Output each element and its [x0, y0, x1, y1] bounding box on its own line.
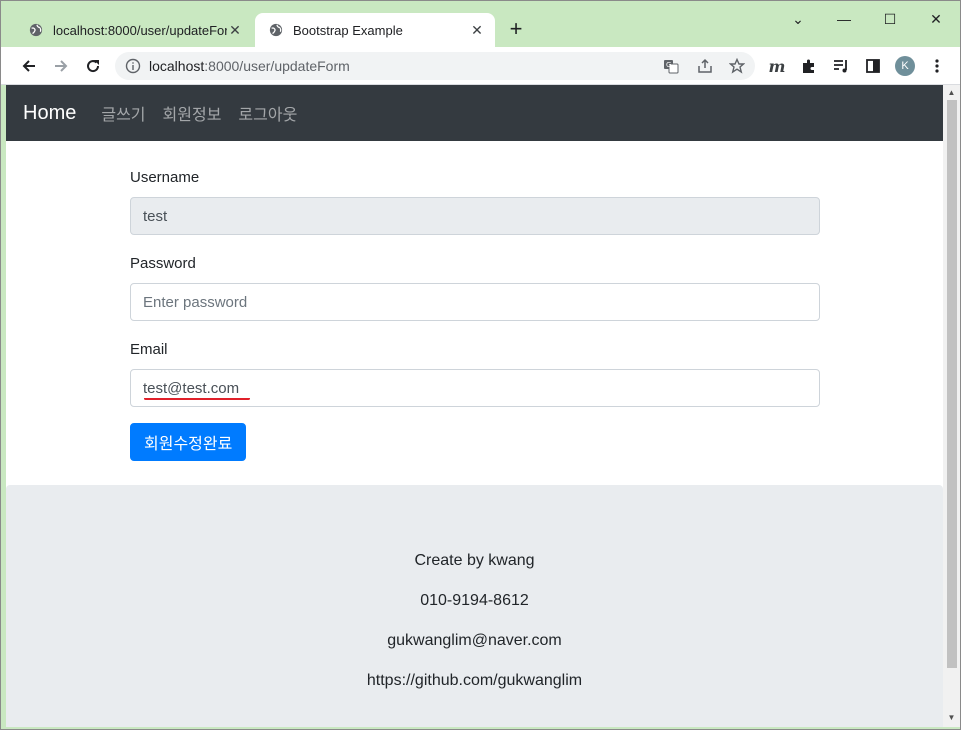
page-viewport: Home 글쓰기 회원정보 로그아웃 Username Password Ema…	[6, 85, 943, 727]
forward-button[interactable]	[49, 54, 73, 78]
email-field	[130, 369, 820, 407]
vertical-scrollbar[interactable]: ▲ ▼	[943, 85, 960, 727]
tab-update-form[interactable]: localhost:8000/user/updateForm ✕	[15, 13, 253, 47]
puzzle-icon	[803, 59, 814, 73]
svg-text:G: G	[666, 61, 671, 69]
more-vert-icon	[935, 59, 939, 73]
tab-strip: localhost:8000/user/updateForm ✕ Bootstr…	[1, 1, 960, 47]
globe-icon	[29, 23, 43, 37]
new-tab-button[interactable]: +	[505, 18, 527, 40]
password-label: Password	[130, 255, 196, 272]
globe-icon	[269, 23, 283, 37]
reload-button[interactable]	[81, 54, 105, 78]
reload-icon	[87, 60, 100, 73]
nav-link-user-info[interactable]: 회원정보	[163, 101, 222, 125]
bookmark-star-icon[interactable]	[729, 58, 745, 74]
close-window-button[interactable]: ✕	[921, 7, 951, 31]
nav-brand-home[interactable]: Home	[23, 102, 76, 125]
email-label: Email	[130, 341, 168, 358]
update-submit-button[interactable]: 회원수정완료	[130, 423, 247, 461]
forward-arrow-icon	[55, 60, 68, 72]
extensions-puzzle-icon[interactable]	[797, 54, 821, 78]
footer-jumbotron: Create by kwang 010-9194-8612 gukwanglim…	[6, 485, 943, 727]
tab-close-icon[interactable]: ✕	[227, 22, 243, 38]
nav-link-write[interactable]: 글쓰기	[101, 101, 145, 125]
footer-phone: 010-9194-8612	[420, 592, 529, 609]
tab-close-icon[interactable]: ✕	[469, 22, 485, 38]
playlist-icon	[834, 60, 847, 73]
minimize-button[interactable]: —	[829, 7, 859, 31]
scroll-down-arrow-icon[interactable]: ▼	[943, 711, 960, 725]
menu-kebab-icon[interactable]	[925, 54, 949, 78]
tab-search-chevron-icon[interactable]: ⌄	[783, 7, 813, 31]
username-label: Username	[130, 169, 200, 186]
back-arrow-icon	[22, 60, 35, 72]
url-path: :8000/user/updateForm	[204, 58, 350, 74]
maximize-button[interactable]: ☐	[875, 7, 905, 31]
site-info-icon[interactable]	[125, 58, 141, 74]
password-input[interactable]	[130, 283, 820, 321]
navbar: Home 글쓰기 회원정보 로그아웃	[6, 85, 943, 141]
scroll-thumb[interactable]	[947, 100, 957, 668]
extension-m-icon[interactable]: m	[765, 54, 789, 78]
side-panel-toggle-icon	[866, 59, 880, 73]
share-icon[interactable]	[697, 58, 713, 74]
spellcheck-underline	[144, 397, 250, 400]
url-host: localhost	[149, 58, 205, 74]
address-bar[interactable]: localhost:8000/user/updateForm G	[115, 52, 755, 80]
scroll-up-arrow-icon[interactable]: ▲	[943, 86, 960, 100]
address-url: localhost:8000/user/updateForm	[149, 58, 350, 74]
footer-github: https://github.com/gukwanglim	[366, 672, 583, 689]
media-control-icon[interactable]	[829, 54, 853, 78]
translate-icon[interactable]: G	[663, 58, 679, 74]
back-button[interactable]	[17, 54, 41, 78]
footer-email: gukwanglim@naver.com	[387, 632, 562, 649]
side-panel-icon[interactable]	[861, 54, 885, 78]
browser-window: localhost:8000/user/updateForm ✕ Bootstr…	[0, 0, 961, 730]
footer-creator: Create by kwang	[414, 552, 535, 569]
profile-avatar[interactable]: K	[895, 56, 915, 76]
tab-title: localhost:8000/user/updateForm	[53, 22, 227, 38]
nav-link-logout[interactable]: 로그아웃	[238, 101, 297, 125]
tab-bootstrap-example[interactable]: Bootstrap Example ✕	[255, 13, 495, 47]
email-input[interactable]	[130, 369, 820, 407]
tab-title: Bootstrap Example	[293, 22, 403, 38]
username-input[interactable]	[130, 197, 820, 235]
browser-toolbar: localhost:8000/user/updateForm G m K	[1, 47, 960, 85]
